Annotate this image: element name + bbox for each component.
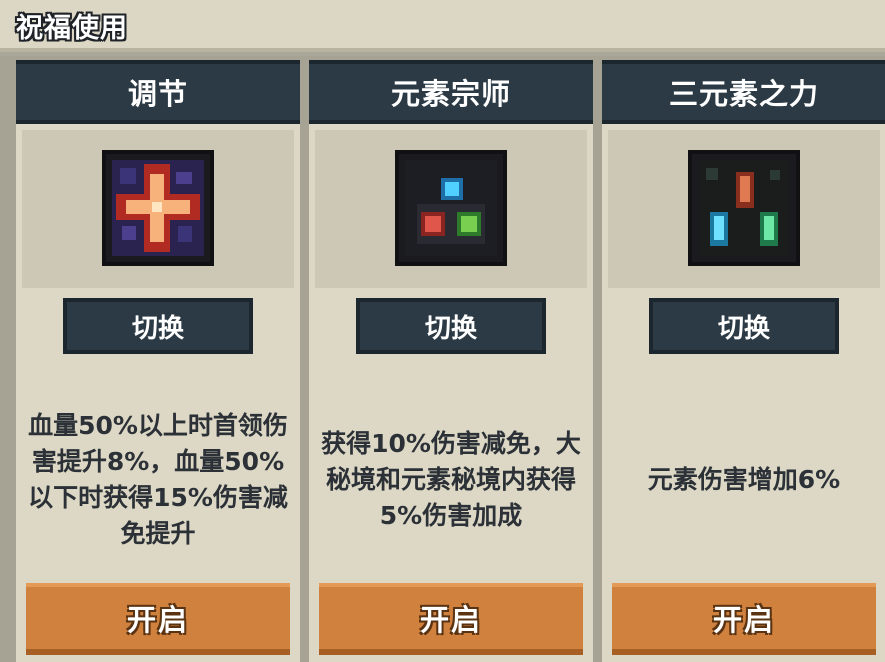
card-header: 元素宗师 xyxy=(309,60,593,124)
open-button[interactable]: 开启 xyxy=(26,583,290,655)
open-label: 开启 xyxy=(419,603,482,637)
open-button[interactable]: 开启 xyxy=(319,583,583,655)
card-header: 调节 xyxy=(16,60,300,124)
open-label: 开启 xyxy=(126,603,189,637)
window-title: 祝福使用 xyxy=(16,13,128,44)
switch-label: 切换 xyxy=(131,313,184,344)
three-crystals-icon xyxy=(688,150,800,266)
open-label: 开启 xyxy=(712,603,775,637)
card-description: 血量50%以上时首领伤害提升8%，血量50%以下时获得15%伤害减免提升 xyxy=(16,360,300,600)
icon-area xyxy=(315,130,587,288)
card-description: 获得10%伤害减免，大秘境和元素秘境内获得5%伤害加成 xyxy=(309,360,593,600)
card-description: 元素伤害增加6% xyxy=(602,360,885,600)
card-title: 元素宗师 xyxy=(390,77,511,111)
title-bar: 祝福使用 xyxy=(0,0,885,52)
icon-area xyxy=(22,130,294,288)
card-header: 三元素之力 xyxy=(602,60,885,124)
blessing-card-2: 元素宗师 切换 获得10%伤害减免，大秘境和元素秘境内获得5%伤害加成 开启 xyxy=(305,56,597,662)
description-text: 获得10%伤害减免，大秘境和元素秘境内获得5%伤害加成 xyxy=(321,429,581,530)
switch-button[interactable]: 切换 xyxy=(649,298,839,354)
orange-cross-icon xyxy=(102,150,214,266)
switch-button[interactable]: 切换 xyxy=(356,298,546,354)
switch-label: 切换 xyxy=(717,313,770,344)
open-button[interactable]: 开启 xyxy=(612,583,876,655)
description-text: 元素伤害增加6% xyxy=(647,465,841,494)
switch-label: 切换 xyxy=(424,313,477,344)
blessing-card-1: 调节 切换 血量50%以上时首领伤害提升8%，血量50%以下时获得15%伤害减免… xyxy=(12,56,304,662)
icon-area xyxy=(608,130,880,288)
card-title: 三元素之力 xyxy=(668,77,819,111)
three-element-orbs-icon xyxy=(395,150,507,266)
card-title: 调节 xyxy=(127,77,188,111)
blessing-card-3: 三元素之力 切换 元素伤害增加6% 开启 xyxy=(598,56,885,662)
switch-button[interactable]: 切换 xyxy=(63,298,253,354)
description-text: 血量50%以上时首领伤害提升8%，血量50%以下时获得15%伤害减免提升 xyxy=(28,411,288,548)
